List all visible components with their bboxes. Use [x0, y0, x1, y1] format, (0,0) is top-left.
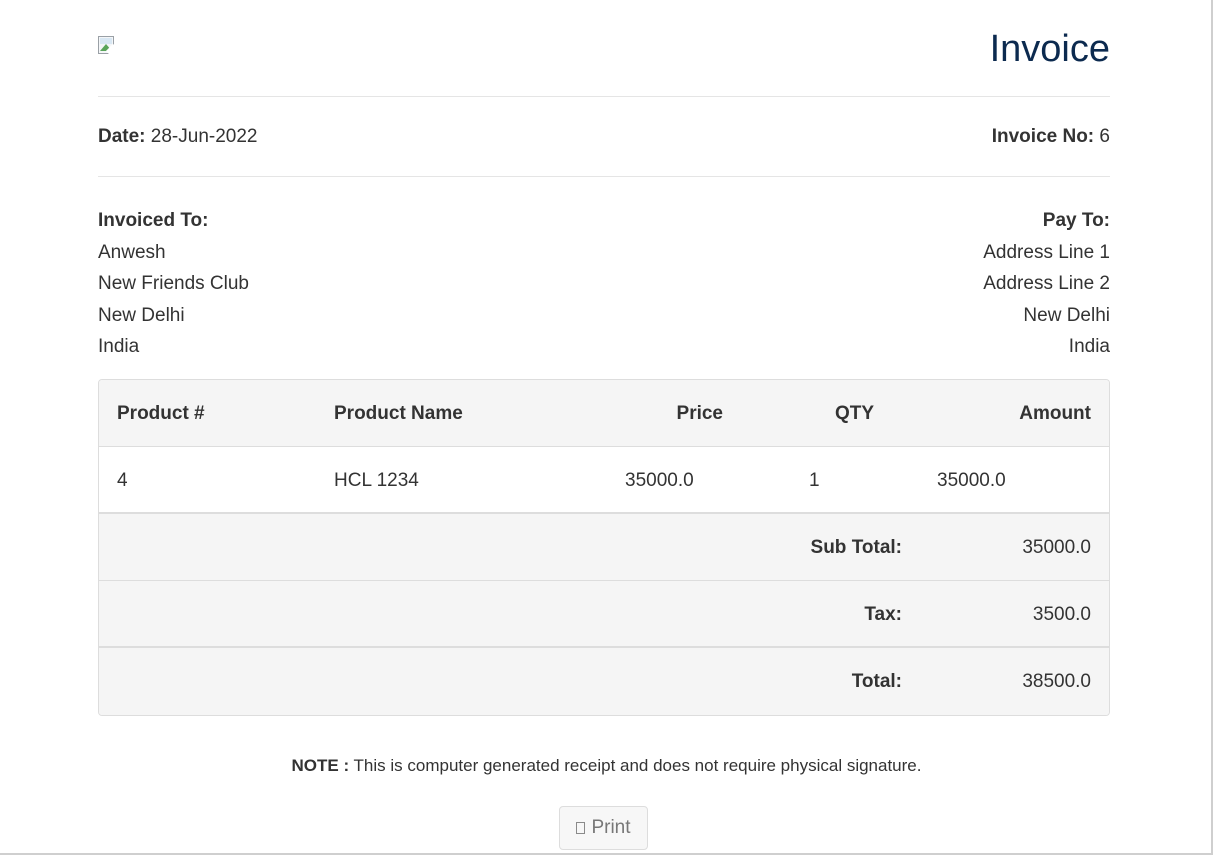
pay-to-line: India [1068, 336, 1110, 357]
invoiced-to-label: Invoiced To: [98, 210, 209, 231]
invoice-number: Invoice No: 6 [992, 126, 1110, 148]
total-row: Total: 38500.0 [99, 648, 1109, 715]
date-label: Date: [98, 126, 146, 147]
cell-amount: 35000.0 [937, 470, 1006, 491]
tax-row: Tax: 3500.0 [99, 581, 1109, 648]
total-label: Total: [851, 671, 902, 692]
print-button-label: Print [591, 817, 631, 838]
pay-to-line: Address Line 2 [983, 273, 1110, 294]
subtotal-label: Sub Total: [810, 537, 902, 558]
invoice-header: Invoice [98, 0, 1110, 97]
date-value: 28-Jun-2022 [150, 126, 258, 147]
header-product-no: Product # [117, 403, 205, 424]
invoice-no-value: 6 [1099, 126, 1110, 147]
invoice-table: Product # Product Name Price QTY Amount … [98, 379, 1110, 716]
invoiced-to-line: Anwesh [98, 241, 166, 263]
tax-value: 3500.0 [1032, 604, 1091, 625]
pay-to-label: Pay To: [1042, 210, 1110, 231]
invoiced-to-line: India [98, 336, 140, 357]
subtotal-value: 35000.0 [1022, 537, 1091, 558]
table-header-row: Product # Product Name Price QTY Amount [99, 380, 1109, 447]
subtotal-row: Sub Total: 35000.0 [99, 514, 1109, 581]
header-amount: Amount [1019, 403, 1091, 424]
print-button[interactable]: Print [559, 806, 648, 850]
cell-qty: 1 [809, 470, 820, 491]
cell-price: 35000.0 [625, 470, 694, 491]
broken-image-icon [98, 36, 121, 59]
table-row: 4 HCL 1234 35000.0 1 35000.0 [99, 447, 1109, 514]
pay-to-block: Pay To: Address Line 1 Address Line 2 Ne… [983, 205, 1110, 363]
cell-product-no: 4 [117, 470, 128, 491]
pay-to-line: Address Line 1 [983, 241, 1110, 263]
page-title: Invoice [989, 28, 1110, 70]
invoiced-to-line: New Delhi [98, 304, 185, 326]
tax-label: Tax: [864, 604, 902, 625]
invoice-page: Invoice Date: 28-Jun-2022 Invoice No: 6 … [0, 0, 1213, 855]
pay-to-line: New Delhi [1023, 304, 1110, 326]
print-icon [576, 822, 586, 834]
header-product-name: Product Name [334, 403, 463, 424]
address-section: Invoiced To: Anwesh New Friends Club New… [98, 177, 1110, 379]
invoiced-to-block: Invoiced To: Anwesh New Friends Club New… [98, 205, 249, 363]
note-text: This is computer generated receipt and d… [353, 756, 922, 775]
footer-note: NOTE : This is computer generated receip… [0, 756, 1213, 776]
invoice-date: Date: 28-Jun-2022 [98, 126, 258, 148]
total-value: 38500.0 [1022, 671, 1091, 692]
header-price: Price [676, 403, 723, 424]
invoice-container: Invoice Date: 28-Jun-2022 Invoice No: 6 … [98, 0, 1110, 379]
cell-product-name: HCL 1234 [334, 470, 419, 491]
header-qty: QTY [835, 403, 875, 424]
invoice-meta-row: Date: 28-Jun-2022 Invoice No: 6 [98, 97, 1110, 177]
note-label: NOTE : [291, 756, 350, 775]
invoice-no-label: Invoice No: [991, 126, 1095, 147]
invoiced-to-line: New Friends Club [98, 273, 249, 294]
